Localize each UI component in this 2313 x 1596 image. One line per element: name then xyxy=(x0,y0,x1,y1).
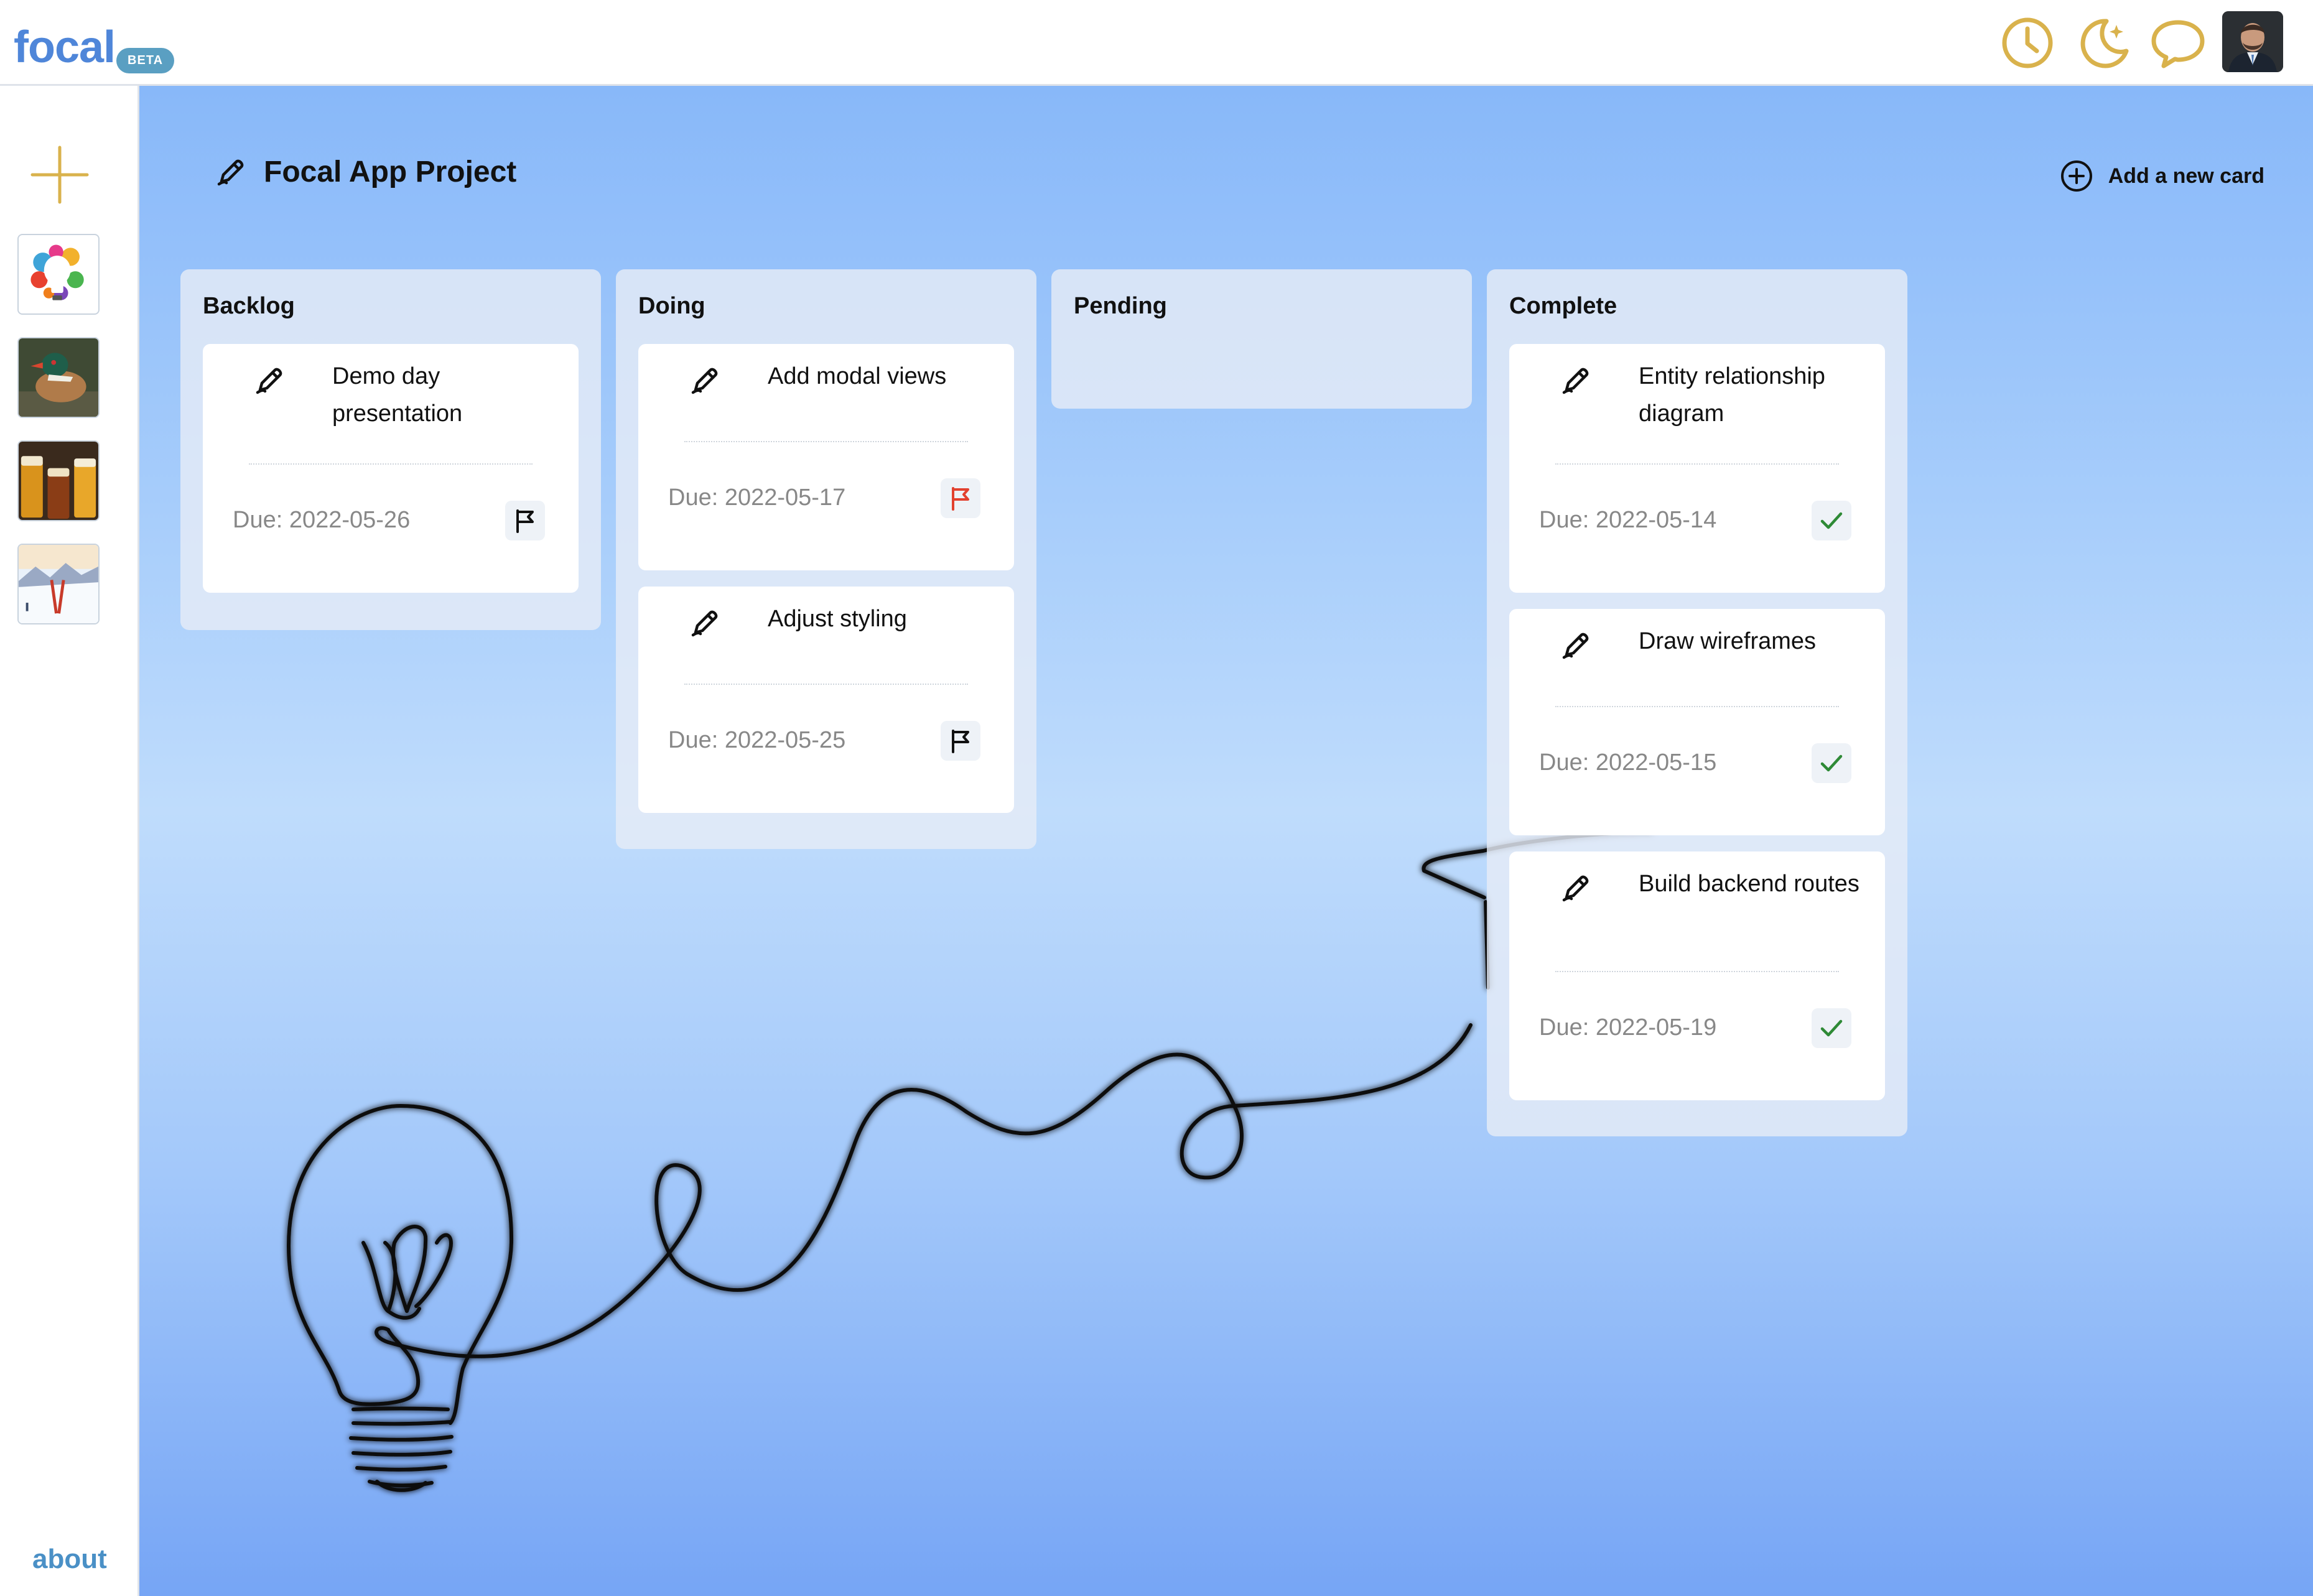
flag-icon xyxy=(516,509,534,533)
card-title: Adjust styling xyxy=(768,606,907,632)
card-status-toggle[interactable] xyxy=(1812,743,1851,783)
card-divider xyxy=(1555,463,1839,465)
add-new-card-label: Add a new card xyxy=(2108,164,2264,188)
add-board-plus-icon[interactable] xyxy=(30,145,90,205)
edit-card-pencil-icon[interactable] xyxy=(688,605,723,640)
card-due-date: Due: 2022-05-19 xyxy=(1539,1014,1717,1041)
about-link[interactable]: about xyxy=(32,1544,107,1575)
checkmark-icon xyxy=(1820,1019,1843,1037)
edit-card-pencil-icon[interactable] xyxy=(688,363,723,397)
task-card[interactable]: Add modal views Due: 2022-05-17 xyxy=(638,344,1014,570)
edit-board-title-pencil-icon[interactable] xyxy=(214,154,249,189)
flag-icon xyxy=(952,730,969,753)
board-title: Focal App Project xyxy=(264,155,517,188)
card-status-toggle[interactable] xyxy=(941,721,980,761)
edit-card-pencil-icon[interactable] xyxy=(1559,628,1594,662)
card-status-toggle[interactable] xyxy=(1812,1008,1851,1048)
top-header: focal BETA xyxy=(0,0,2313,86)
card-divider xyxy=(249,463,533,465)
card-divider xyxy=(1555,971,1839,972)
task-card[interactable]: Entity relationship diagram Due: 2022-05… xyxy=(1509,344,1885,593)
column-pending: Pending xyxy=(1051,269,1472,409)
column-title: Complete xyxy=(1509,293,1617,319)
column-doing: Doing Add modal views Due: 2022-05-17 Ad… xyxy=(616,269,1036,849)
logo-text: focal xyxy=(14,22,116,72)
plus-circle-icon xyxy=(2060,160,2092,192)
clock-icon[interactable] xyxy=(1999,15,2055,71)
board-thumb-duck[interactable] xyxy=(17,337,100,418)
task-card[interactable]: Build backend routes Due: 2022-05-19 xyxy=(1509,851,1885,1100)
card-title: Entity relationship diagram xyxy=(1639,363,1825,427)
board-thumb-beer[interactable] xyxy=(17,440,100,521)
focal-logo[interactable]: focal BETA xyxy=(14,14,175,73)
card-title: Draw wireframes xyxy=(1639,628,1817,654)
card-due-date: Due: 2022-05-26 xyxy=(233,507,411,533)
user-avatar[interactable] xyxy=(2222,11,2283,72)
edit-card-pencil-icon[interactable] xyxy=(1559,363,1594,397)
card-due-date: Due: 2022-05-15 xyxy=(1539,749,1717,776)
card-title: Build backend routes xyxy=(1639,871,1859,897)
card-status-toggle[interactable] xyxy=(1812,501,1851,541)
card-divider xyxy=(684,684,968,685)
add-new-card-button[interactable]: Add a new card xyxy=(2060,159,2264,193)
card-due-date: Due: 2022-05-14 xyxy=(1539,507,1717,533)
card-due-date: Due: 2022-05-25 xyxy=(668,727,846,753)
card-title: Demo day presentation xyxy=(332,363,463,427)
column-backlog: Backlog Demo day presentation Due: 2022-… xyxy=(180,269,601,630)
card-divider xyxy=(684,441,968,442)
board-title-row: Focal App Project xyxy=(214,154,516,189)
flag-icon xyxy=(952,487,969,511)
column-title: Doing xyxy=(638,293,705,319)
board-thumb-ski[interactable] xyxy=(17,544,100,624)
column-title: Backlog xyxy=(203,293,295,319)
edit-card-pencil-icon[interactable] xyxy=(1559,870,1594,905)
column-title: Pending xyxy=(1074,293,1167,319)
chat-bubble-icon[interactable] xyxy=(2150,15,2206,71)
board-area: Focal App Project Add a new card Backlog… xyxy=(139,86,2313,1596)
moon-stars-icon[interactable] xyxy=(2075,15,2131,71)
card-status-toggle[interactable] xyxy=(941,478,980,518)
task-card[interactable]: Adjust styling Due: 2022-05-25 xyxy=(638,587,1014,813)
sidebar: about xyxy=(0,86,139,1596)
edit-card-pencil-icon[interactable] xyxy=(253,363,287,397)
card-status-toggle[interactable] xyxy=(505,501,545,541)
card-divider xyxy=(1555,706,1839,707)
task-card[interactable]: Demo day presentation Due: 2022-05-26 xyxy=(203,344,579,593)
board-thumb-lightbulb[interactable] xyxy=(17,234,100,315)
card-title: Add modal views xyxy=(768,363,947,389)
checkmark-icon xyxy=(1820,512,1843,529)
checkmark-icon xyxy=(1820,754,1843,772)
task-card[interactable]: Draw wireframes Due: 2022-05-15 xyxy=(1509,609,1885,835)
column-complete: Complete Entity relationship diagram Due… xyxy=(1487,269,1907,1136)
beta-badge: BETA xyxy=(116,48,175,73)
card-due-date: Due: 2022-05-17 xyxy=(668,485,846,511)
